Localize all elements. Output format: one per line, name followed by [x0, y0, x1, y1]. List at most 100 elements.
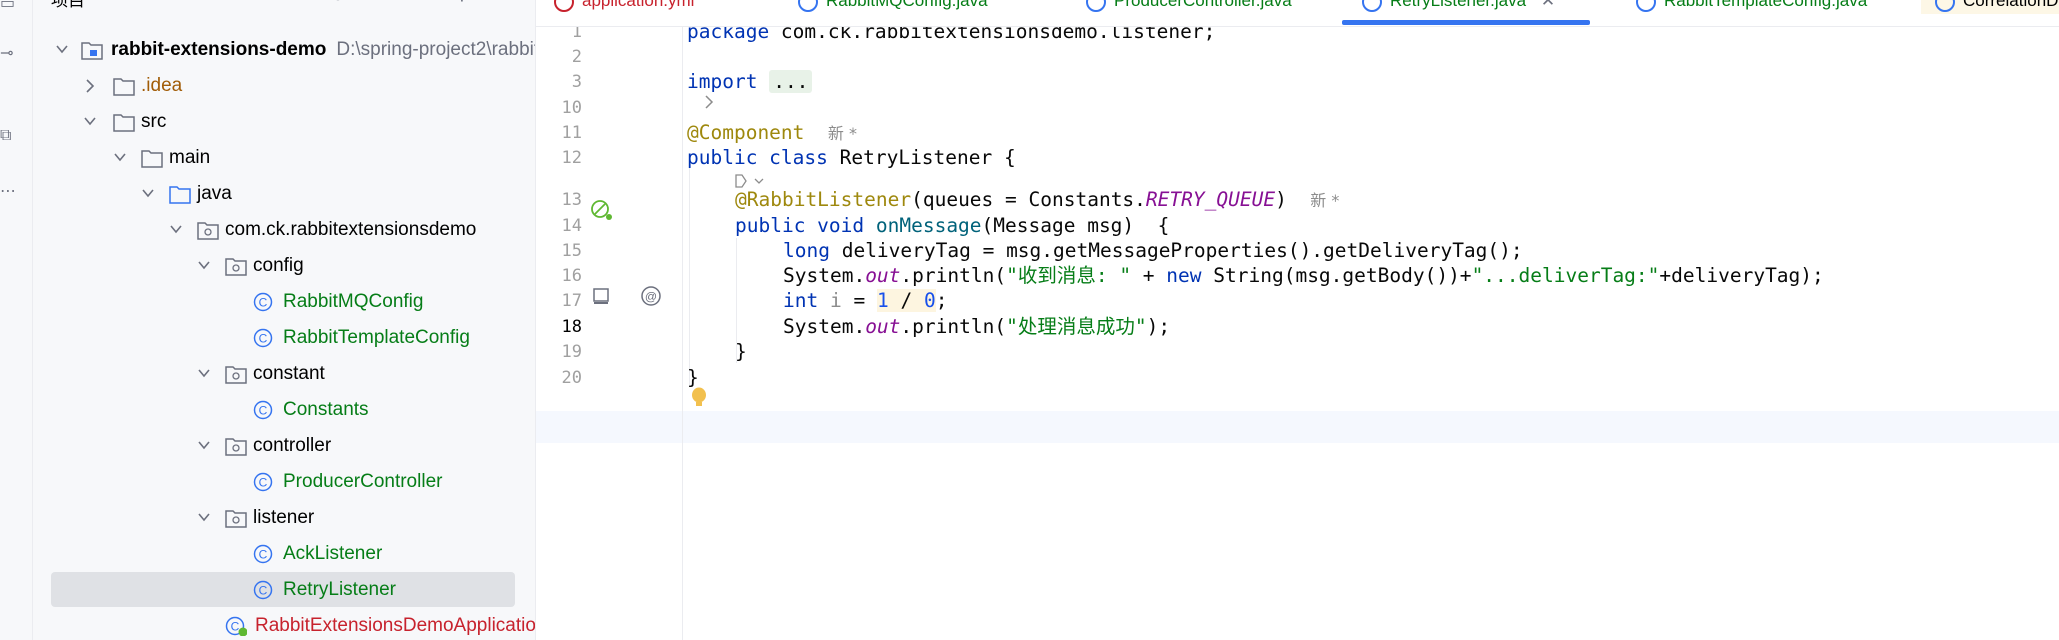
more-icon[interactable]: ⋯: [0, 180, 16, 202]
class-icon: [798, 0, 818, 12]
rabbit-listener-icon[interactable]: @: [640, 285, 662, 307]
class-icon: C: [253, 544, 273, 564]
code-line-19: }: [735, 340, 747, 363]
class-icon: [1086, 0, 1106, 12]
line-number: 12: [561, 148, 582, 168]
package-label: controller: [253, 435, 332, 456]
tab-label: ProducerController.java: [1114, 0, 1292, 10]
chevron-down-icon[interactable]: [169, 212, 183, 248]
locate-icon[interactable]: ⊕: [329, 0, 347, 4]
module-path: D:\spring-project2\rabbit-extensions-dem…: [336, 39, 536, 60]
close-icon[interactable]: ✕: [413, 0, 431, 4]
folded-imports[interactable]: ...: [769, 70, 813, 93]
tree-row-class[interactable]: C RabbitTemplateConfig: [33, 320, 535, 356]
chevron-down-icon[interactable]: [197, 356, 211, 392]
tree-row-config[interactable]: config: [33, 248, 535, 284]
package-label: constant: [253, 363, 325, 384]
structure-icon[interactable]: ⧉: [0, 124, 16, 146]
indent-guide: [689, 163, 690, 387]
package-label: listener: [253, 507, 315, 528]
svg-text:C: C: [259, 548, 268, 562]
tree-row-package[interactable]: com.ck.rabbitextensionsdemo: [33, 212, 535, 248]
chevron-down-icon[interactable]: [141, 176, 155, 212]
tree-row-constant[interactable]: constant: [33, 356, 535, 392]
tree-row-class[interactable]: C RabbitMQConfig: [33, 284, 535, 320]
code-editor[interactable]: 1 2 3 10 11 12 13 14 15 16 17 18 19 20 @…: [536, 27, 2059, 640]
close-tab-icon[interactable]: ✕: [1541, 0, 1555, 10]
code-line-20: }: [687, 366, 699, 389]
class-icon: C: [253, 400, 273, 420]
run-gutter-icon[interactable]: [592, 287, 610, 305]
class-icon: [1636, 0, 1656, 12]
gutter-separator: [682, 27, 683, 640]
class-label: Constants: [283, 399, 369, 420]
chevron-down-icon[interactable]: [197, 248, 211, 284]
tool-window-strip: ▭ ⊸ ⧉ ⋯: [0, 0, 33, 640]
package-icon: [197, 222, 219, 240]
code-line-1: package com.ck.rabbitextensionsdemo.list…: [687, 27, 1216, 43]
folder-icon: [113, 114, 135, 132]
tree-row-src[interactable]: src: [33, 104, 535, 140]
options-icon[interactable]: ⋮: [453, 0, 471, 4]
tree-row-class[interactable]: C Constants: [33, 392, 535, 428]
class-label: RabbitTemplateConfig: [283, 327, 470, 348]
class-label: RabbitMQConfig: [283, 291, 424, 312]
tab-rabbitmqconfig[interactable]: RabbitMQConfig.java: [798, 0, 988, 14]
svg-text:C: C: [259, 404, 268, 418]
tab-producercontroller[interactable]: ProducerController.java: [1086, 0, 1292, 14]
module-folder-icon: [81, 42, 103, 60]
author-hint[interactable]: 新 *: [1310, 191, 1339, 210]
svg-text:C: C: [259, 296, 268, 310]
package-icon: [225, 366, 247, 384]
code-line-18: System.out.println("处理消息成功");: [783, 315, 1171, 338]
class-icon: C: [253, 292, 273, 312]
folder-icon[interactable]: ▭: [0, 0, 16, 14]
tab-retrylistener[interactable]: RetryListener.java ✕: [1362, 0, 1555, 14]
class-icon: C: [253, 580, 273, 600]
source-folder-icon: [169, 186, 191, 204]
tab-label: application.yml: [582, 0, 695, 10]
folder-label: java: [197, 183, 232, 204]
tab-label: RetryListener.java: [1390, 0, 1527, 10]
spring-bean-icon[interactable]: [590, 199, 614, 223]
tree-row-spring-app[interactable]: C RabbitExtensionsDemoApplication: [33, 608, 535, 640]
active-tab-indicator: [1342, 20, 1590, 25]
chevron-down-icon[interactable]: [83, 104, 97, 140]
line-number: 20: [561, 368, 582, 388]
tree-row-main[interactable]: main: [33, 140, 535, 176]
package-icon: [225, 438, 247, 456]
chevron-down-icon[interactable]: [113, 140, 127, 176]
author-hint[interactable]: 新 *: [828, 124, 857, 143]
folder-icon: [113, 78, 135, 96]
svg-text:@: @: [645, 290, 657, 304]
collapse-icon[interactable]: ⌃: [371, 0, 389, 4]
project-title: 项目: [51, 0, 85, 10]
svg-text:C: C: [259, 476, 268, 490]
chevron-down-icon[interactable]: [55, 32, 69, 68]
tree-row-java[interactable]: java: [33, 176, 535, 212]
tab-application-yml[interactable]: application.yml: [554, 0, 694, 14]
tree-row-class[interactable]: C ProducerController: [33, 464, 535, 500]
tab-correlationdata[interactable]: CorrelationData: [1921, 0, 2059, 14]
tree-row-idea[interactable]: .idea: [33, 68, 535, 104]
package-icon: [225, 510, 247, 528]
package-label: config: [253, 255, 304, 276]
module-name: rabbit-extensions-demo: [111, 39, 327, 60]
package-label: com.ck.rabbitextensionsdemo: [225, 219, 477, 240]
project-header: 项目 ⊕ ⌃ ✕ ⋮: [33, 0, 535, 10]
tree-row-class-selected[interactable]: C RetryListener: [33, 572, 535, 608]
code-line-12: public class RetryListener {: [687, 146, 1016, 169]
tree-row-class[interactable]: C AckListener: [33, 536, 535, 572]
tab-rabbittemplateconfig[interactable]: RabbitTemplateConfig.java: [1636, 0, 1867, 14]
chevron-down-icon[interactable]: [197, 500, 211, 536]
yaml-file-icon: [554, 0, 574, 12]
chevron-right-icon[interactable]: [83, 68, 97, 104]
current-line-highlight: [536, 411, 2059, 443]
class-label: RabbitExtensionsDemoApplication: [255, 615, 536, 636]
tree-row-controller[interactable]: controller: [33, 428, 535, 464]
tree-row-listener[interactable]: listener: [33, 500, 535, 536]
commit-icon[interactable]: ⊸: [0, 42, 16, 64]
tree-row-module[interactable]: rabbit-extensions-demo D:\spring-project2…: [33, 32, 535, 68]
spring-boot-class-icon: C: [225, 616, 247, 636]
chevron-down-icon[interactable]: [197, 428, 211, 464]
